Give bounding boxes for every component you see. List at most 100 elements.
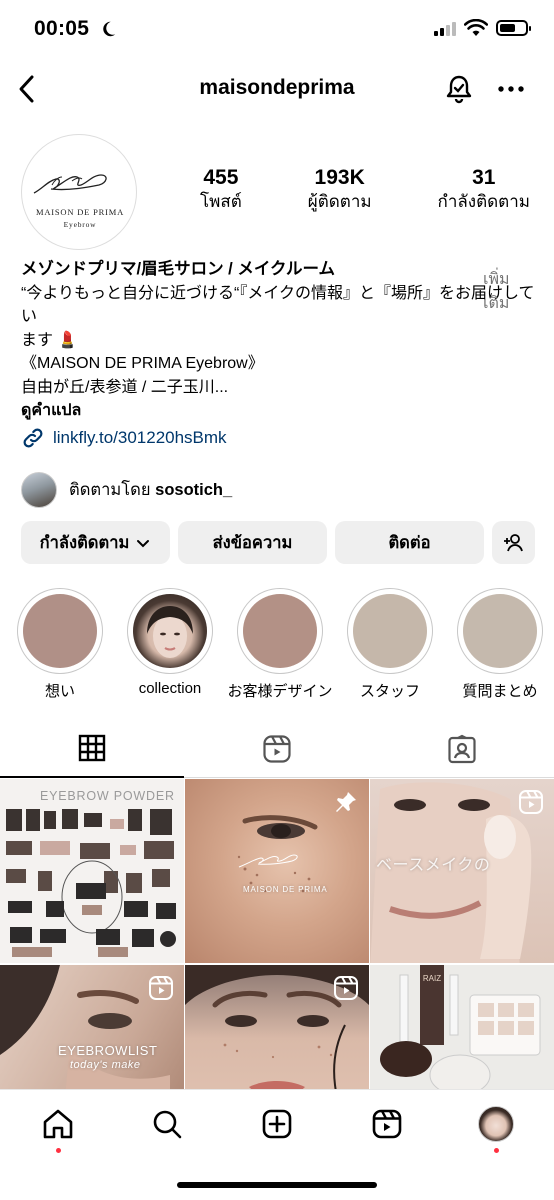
search-icon [153, 1110, 182, 1139]
nav-profile[interactable] [476, 1104, 516, 1144]
highlight-cover [237, 588, 323, 674]
highlight-item[interactable]: お客様デザイン [227, 588, 333, 701]
following-button-label: กำลังติดตาม [39, 533, 130, 552]
highlight-cover [457, 588, 543, 674]
highlight-label: 質問まとめ [462, 683, 538, 700]
profile-tabs [0, 720, 554, 778]
post-thumbnail[interactable]: RAIZ [370, 965, 554, 1089]
stat-followers[interactable]: 193K ผู้ติดตาม [308, 166, 372, 214]
pinned-icon [336, 792, 356, 812]
highlight-label: collection [138, 680, 202, 697]
message-button-label: ส่งข้อความ [212, 533, 293, 552]
highlight-cover [127, 588, 213, 674]
status-time: 00:05 [34, 17, 90, 40]
brand-logo: MAISON DE PRIMA Eyebrow [33, 174, 123, 229]
reels-icon [263, 735, 291, 763]
profile-notification-dot [494, 1148, 499, 1153]
nav-home[interactable] [38, 1104, 78, 1144]
bio-line: 《MAISON DE PRIMA Eyebrow》 [21, 355, 264, 372]
followed-by[interactable]: ติดตามโดย sosotich_ [21, 472, 232, 508]
status-indicators [434, 19, 531, 37]
highlight-cover [17, 588, 103, 674]
stat-posts[interactable]: 455 โพสต์ [200, 166, 242, 214]
profile-link[interactable]: linkfly.to/301220hsBmk [21, 426, 227, 450]
post-thumbnail[interactable]: MAISON DE PRIMA [185, 779, 369, 963]
nav-search[interactable] [147, 1104, 187, 1144]
stat-posts-label: โพสต์ [200, 192, 242, 211]
highlight-item[interactable]: 想い [16, 588, 104, 701]
status-bar: 00:05 [0, 0, 554, 60]
nav-reels[interactable] [367, 1104, 407, 1144]
profile-avatar-small [478, 1106, 514, 1142]
more-options-icon[interactable] [496, 74, 526, 104]
add-post-icon [262, 1109, 292, 1139]
product-collage-image [6, 809, 176, 957]
link-icon [23, 428, 43, 448]
bio-line: ます 💄 [21, 331, 78, 349]
action-buttons: กำลังติดตาม ส่งข้อความ ติดต่อ [21, 521, 535, 564]
stat-following-count: 31 [472, 166, 496, 189]
highlight-cover [347, 588, 433, 674]
reels-icon [372, 1109, 402, 1139]
home-icon [43, 1109, 73, 1139]
contact-button[interactable]: ติดต่อ [335, 521, 484, 564]
highlight-label: スタッフ [359, 683, 420, 700]
chevron-down-icon [137, 539, 150, 547]
bio-line-truncated: 自由が丘/表参道 / 二子玉川... เพิ่มเติม [21, 271, 541, 400]
stat-following-label: กำลังติดตาม [437, 192, 530, 211]
followed-by-prefix: ติดตามโดย [69, 481, 151, 499]
see-translation-link[interactable]: ดูคำแปล [21, 399, 541, 423]
profile-avatar[interactable]: MAISON DE PRIMA Eyebrow [21, 134, 137, 250]
bio-line: “今よりもっと自分に近づける“『メイクの情報』と『場所』をお届けしてい [21, 284, 535, 326]
tagged-person-icon [448, 734, 476, 764]
post-logo-text: MAISON DE PRIMA [243, 885, 328, 894]
battery-icon [496, 20, 531, 36]
post-thumbnail[interactable]: EYEBROWLIST today's make [0, 965, 184, 1089]
product-brand-text: RAIZ [423, 974, 441, 983]
followed-by-text: ติดตามโดย sosotich_ [69, 477, 232, 503]
post-caption: ベースメイクの [376, 857, 491, 874]
bio-line: 自由が丘/表参道 / 二子玉川... [21, 378, 229, 396]
follower-avatar [21, 472, 57, 508]
home-notification-dot [56, 1148, 61, 1153]
tab-reels[interactable] [185, 720, 369, 778]
logo-subtext: Eyebrow [64, 220, 97, 229]
story-highlights: 想い collection お客様デザイン スタッフ 質問まとめ [0, 588, 554, 701]
wifi-icon [464, 19, 488, 36]
posts-grid: EYEBROW POWDER MAISON DE PRIMA ベースメイクの E… [0, 779, 554, 1089]
suggest-people-button[interactable] [492, 521, 535, 564]
reel-badge-icon [334, 976, 358, 1000]
following-button[interactable]: กำลังติดตาม [21, 521, 170, 564]
profile-display-name: メゾンドプリマ/眉毛サロン / メイクルーム [21, 260, 336, 278]
nav-create[interactable] [257, 1104, 297, 1144]
post-thumbnail[interactable] [185, 965, 369, 1089]
product-flatlay-image: RAIZ [380, 965, 541, 1089]
face-photo-icon [147, 606, 193, 658]
message-button[interactable]: ส่งข้อความ [178, 521, 327, 564]
stat-posts-count: 455 [203, 166, 239, 189]
highlight-item[interactable]: 質問まとめ [456, 588, 544, 701]
post-thumbnail[interactable]: ベースメイクの [370, 779, 554, 963]
post-thumbnail[interactable]: EYEBROW POWDER [0, 779, 184, 963]
bottom-navigation [0, 1089, 554, 1200]
highlight-item[interactable]: スタッフ [346, 588, 434, 701]
stat-following[interactable]: 31 กำลังติดตาม [438, 166, 530, 214]
tab-tagged[interactable] [370, 720, 554, 778]
profile-bio: メゾンドプリマ/眉毛サロン / メイクルーム “今よりもっと自分に近づける“『メ… [21, 258, 541, 423]
grid-icon [78, 734, 106, 762]
profile-stats: 455 โพสต์ 193K ผู้ติดตาม 31 กำลังติดตาม [200, 166, 530, 214]
highlight-item[interactable]: collection [126, 588, 214, 697]
highlight-label: お客様デザイン [227, 683, 333, 700]
stat-followers-count: 193K [314, 166, 365, 189]
contact-button-label: ติดต่อ [388, 533, 431, 552]
add-person-icon [503, 533, 523, 551]
moon-icon [103, 21, 116, 37]
notification-bell-icon[interactable] [442, 72, 476, 106]
stat-followers-label: ผู้ติดตาม [307, 192, 372, 211]
post-subcaption: today's make [70, 1059, 141, 1071]
bio-more-link[interactable]: เพิ่มเติม [483, 268, 513, 312]
followed-by-user: sosotich_ [155, 481, 233, 499]
reel-badge-icon [519, 790, 543, 814]
tab-posts-grid[interactable] [0, 720, 184, 778]
profile-link-text: linkfly.to/301220hsBmk [53, 428, 227, 447]
